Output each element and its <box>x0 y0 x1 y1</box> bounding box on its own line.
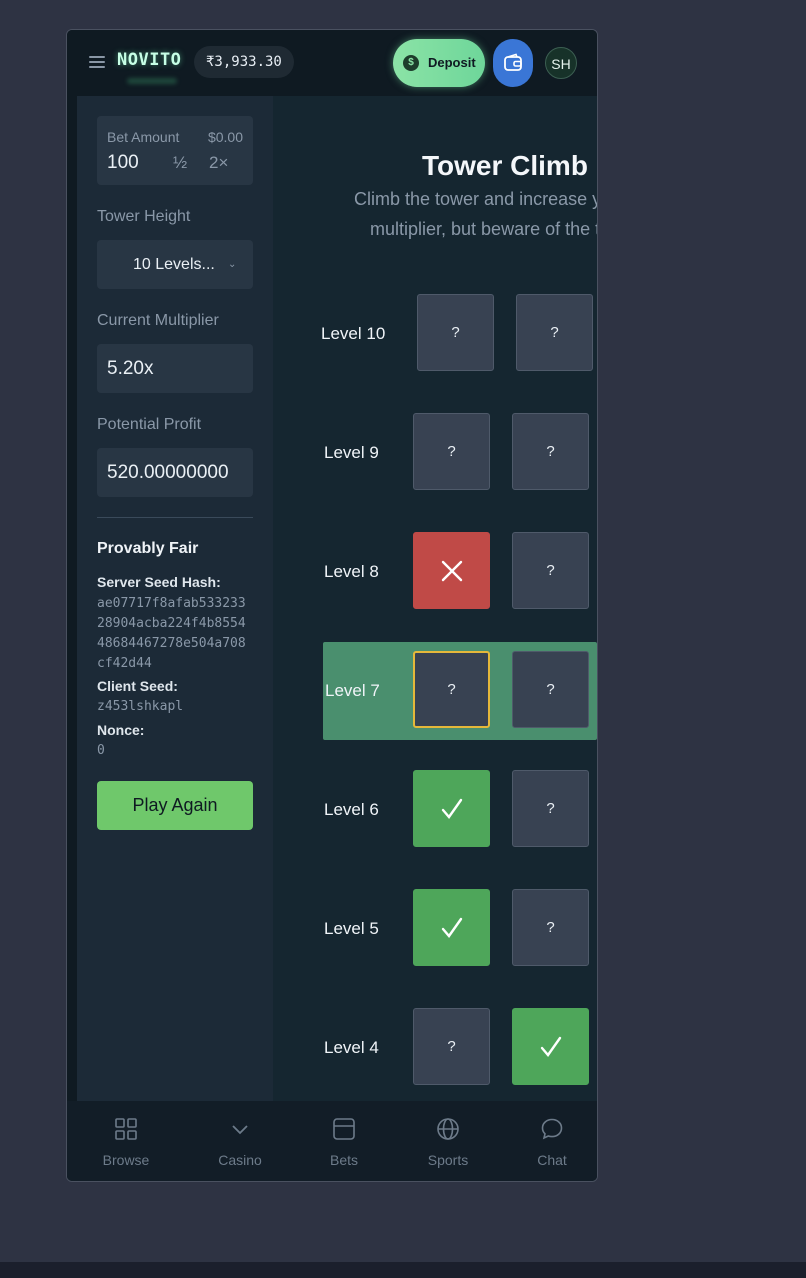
check-icon <box>441 917 463 938</box>
chat-bubble-icon <box>541 1118 563 1140</box>
tower-tile[interactable]: ? <box>413 1008 490 1085</box>
deposit-label: Deposit <box>428 55 476 70</box>
tile-question-mark: ? <box>447 681 456 698</box>
bet-controls-sidebar: Bet Amount $0.00 100 ½ 2× Tower Height 1… <box>77 96 273 1101</box>
level-label: Level 8 <box>324 562 379 581</box>
tile-question-mark: ? <box>546 919 555 936</box>
nav-casino[interactable]: Casino <box>187 1101 293 1181</box>
nav-bets[interactable]: Bets <box>291 1101 397 1181</box>
tower-tile[interactable]: ? <box>413 651 490 728</box>
tile-question-mark: ? <box>546 800 555 817</box>
tower-height-select[interactable]: 10 Levels... ⌄ <box>97 240 253 289</box>
level-label: Level 5 <box>324 919 379 938</box>
tile-question-mark: ? <box>447 443 456 460</box>
tower-tile[interactable] <box>413 770 490 847</box>
user-avatar[interactable]: SH <box>545 47 577 79</box>
nav-sports-label: Sports <box>427 1152 469 1168</box>
dollar-icon: $ <box>403 55 419 71</box>
tower-tile[interactable]: ? <box>512 532 589 609</box>
app-window: NOVITO ₹3,933.30 $ Deposit SH Bet Amount… <box>66 29 598 1182</box>
tower-height-label: Tower Height <box>97 208 191 225</box>
check-icon <box>540 1036 562 1057</box>
current-multiplier-field: 5.20x <box>97 344 253 393</box>
tower-tile[interactable] <box>413 889 490 966</box>
hamburger-menu-icon[interactable] <box>89 56 105 68</box>
page-bottom-strip <box>0 1262 806 1278</box>
provably-fair-title: Provably Fair <box>97 540 199 557</box>
tile-question-mark: ? <box>451 324 460 341</box>
tower-tile[interactable] <box>512 1008 589 1085</box>
logo-glow <box>127 78 177 84</box>
nav-bets-label: Bets <box>329 1152 358 1168</box>
tower-game-area: Tower Climb Climb the tower and increase… <box>273 96 597 1101</box>
potential-profit-label: Potential Profit <box>97 416 202 433</box>
tower-tile[interactable]: ? <box>413 413 490 490</box>
nav-browse-label: Browse <box>102 1152 150 1168</box>
nonce-value: 0 <box>97 743 105 758</box>
tile-question-mark: ? <box>546 443 555 460</box>
tile-question-mark: ? <box>447 1038 456 1055</box>
client-seed-label: Client Seed: <box>97 678 178 694</box>
tower-height-value: 10 Levels... <box>133 256 215 273</box>
half-bet-button[interactable]: ½ <box>173 153 187 173</box>
server-seed-hash-value: ae07717f8afab53323328904acba224f4b855448… <box>97 596 246 671</box>
tower-tile[interactable]: ? <box>417 294 494 371</box>
nav-sports[interactable]: Sports <box>395 1101 501 1181</box>
chevron-down-icon <box>232 1125 248 1135</box>
globe-icon <box>437 1118 459 1140</box>
tile-question-mark: ? <box>546 681 555 698</box>
current-multiplier-label: Current Multiplier <box>97 312 219 329</box>
potential-profit-field: 520.00000000 <box>97 448 253 497</box>
tower-tile[interactable]: ? <box>516 294 593 371</box>
tower-tile[interactable] <box>413 532 490 609</box>
nonce-label: Nonce: <box>97 722 145 738</box>
ticket-icon <box>333 1118 355 1140</box>
nav-browse[interactable]: Browse <box>73 1101 179 1181</box>
tile-question-mark: ? <box>546 562 555 579</box>
chevron-down-icon: ⌄ <box>228 259 237 270</box>
deposit-button[interactable]: $ Deposit <box>393 39 485 87</box>
bottom-navigation: Browse Casino Bets Sports Chat <box>67 1101 597 1181</box>
tower-tile[interactable]: ? <box>512 889 589 966</box>
game-title: Tower Climb <box>422 150 588 181</box>
bet-amount-input[interactable]: 100 <box>107 152 139 174</box>
game-subtitle-line2: multiplier, but beware of the traps! <box>370 219 597 239</box>
game-subtitle-line1: Climb the tower and increase your <box>354 189 597 209</box>
tower-tile[interactable]: ? <box>512 651 589 728</box>
level-label: Level 6 <box>324 800 379 819</box>
level-label: Level 7 <box>325 681 380 700</box>
level-label: Level 4 <box>324 1038 379 1057</box>
nav-casino-label: Casino <box>218 1152 262 1168</box>
brand-logo[interactable]: NOVITO <box>117 50 181 70</box>
tower-tile[interactable]: ? <box>512 413 589 490</box>
double-bet-button[interactable]: 2× <box>209 153 228 173</box>
level-label: Level 10 <box>321 324 386 343</box>
server-seed-hash-label: Server Seed Hash: <box>97 574 221 590</box>
level-label: Level 9 <box>324 443 379 462</box>
x-icon <box>441 560 463 582</box>
play-again-button[interactable]: Play Again <box>97 781 253 830</box>
tile-question-mark: ? <box>550 324 559 341</box>
check-icon <box>441 798 463 819</box>
top-bar: NOVITO ₹3,933.30 $ Deposit SH <box>67 30 597 96</box>
wallet-icon <box>504 53 522 71</box>
sidebar-divider <box>97 517 253 518</box>
nav-chat[interactable]: Chat <box>499 1101 597 1181</box>
client-seed-value: z453lshkapl <box>97 699 184 714</box>
bet-amount-label: Bet Amount <box>107 129 180 145</box>
bet-amount-field[interactable]: Bet Amount $0.00 100 ½ 2× <box>97 116 253 185</box>
grid-icon <box>115 1118 137 1140</box>
bet-amount-usd: $0.00 <box>207 129 243 145</box>
balance-display[interactable]: ₹3,933.30 <box>194 46 294 78</box>
nav-chat-label: Chat <box>537 1152 567 1168</box>
tower-tile[interactable]: ? <box>512 770 589 847</box>
wallet-button[interactable] <box>493 39 533 87</box>
